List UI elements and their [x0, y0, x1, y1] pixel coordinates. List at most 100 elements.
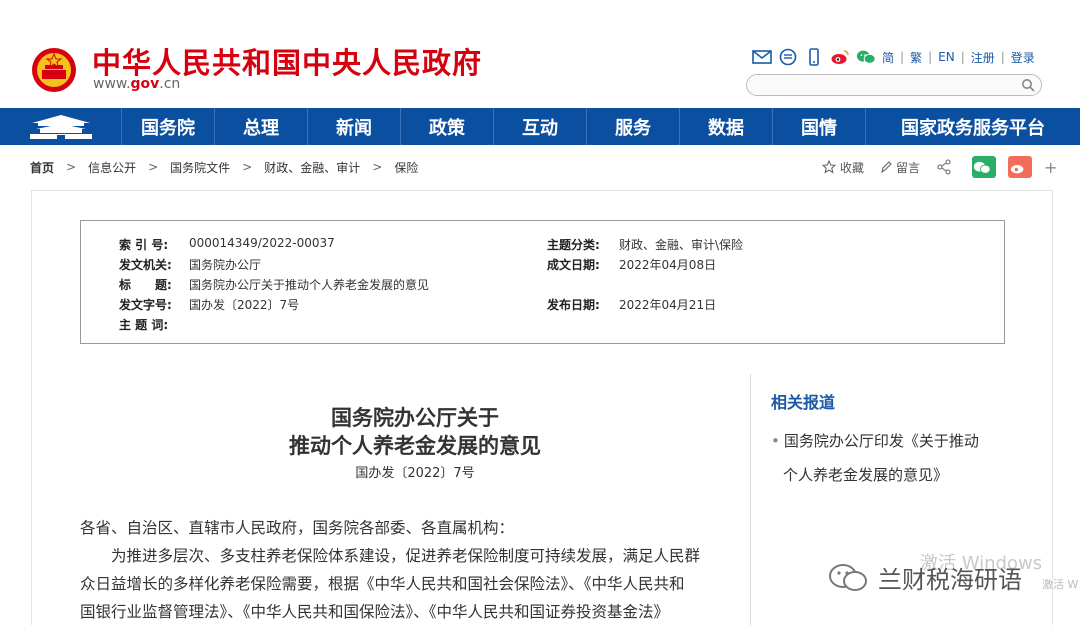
sidebar-divider: [750, 374, 751, 625]
activate-windows-small: 激活 W: [1042, 578, 1079, 591]
related-reports-title: 相关报道: [771, 393, 836, 412]
document-salutation: 各省、自治区、直辖市人民政府，国务院各部委、各直属机构：: [80, 519, 515, 537]
url-prefix: www.: [93, 76, 131, 92]
share-button[interactable]: [936, 159, 956, 175]
star-icon: [822, 160, 836, 174]
related-report-link[interactable]: • 国务院办公厅印发《关于推动 个人养老金发展的意见》: [771, 424, 1011, 492]
separator: |: [900, 50, 905, 64]
nav-home[interactable]: [0, 108, 122, 145]
breadcrumb-info-public[interactable]: 信息公开: [88, 159, 136, 176]
info-row-issuer: 发文机关: 国务院办公厅: [119, 256, 261, 273]
breadcrumb-state-council-docs[interactable]: 国务院文件: [170, 159, 230, 176]
info-row-title: 标 题: 国务院办公厅关于推动个人养老金发展的意见: [119, 276, 429, 293]
title-label: 标 题:: [119, 278, 172, 292]
document-info-table: 索 引 号: 000014349/2022-00037 主题分类: 财政、金融、…: [80, 220, 1005, 344]
wechat-account-name: 兰财税海研语: [878, 566, 1022, 594]
breadcrumb-insurance[interactable]: 保险: [394, 159, 418, 176]
url-domain: gov: [130, 76, 160, 92]
issuer-label: 发文机关:: [119, 258, 172, 272]
chevron-right-icon: >: [66, 160, 77, 174]
feed-icon[interactable]: [778, 48, 798, 66]
main-nav: 国务院 总理 新闻 政策 互动 服务 数据 国情 国家政务服务平台: [0, 108, 1080, 145]
nav-item-service-platform[interactable]: 国家政务服务平台: [866, 108, 1080, 145]
register-link[interactable]: 注册: [971, 49, 995, 66]
page-tools: 收藏 留言 +: [822, 156, 1057, 178]
share-weibo-button[interactable]: [1008, 156, 1033, 178]
mail-icon[interactable]: [752, 48, 772, 66]
simplified-link[interactable]: 简: [882, 49, 894, 66]
site-url[interactable]: www.gov.cn: [93, 76, 180, 92]
breadcrumb-finance[interactable]: 财政、金融、审计: [264, 159, 360, 176]
nav-item-state-council[interactable]: 国务院: [122, 108, 215, 145]
traditional-link[interactable]: 繁: [910, 49, 922, 66]
date-written-value: 2022年04月08日: [619, 258, 717, 272]
issuer-value: 国务院办公厅: [189, 258, 262, 272]
separator: |: [1000, 50, 1005, 64]
chevron-right-icon: >: [372, 160, 383, 174]
wechat-icon[interactable]: [856, 48, 876, 66]
document-paragraph-line-2: 众日益增长的多样化养老保险需要，根据《中华人民共和国社会保险法》、《中华人民共和: [80, 575, 685, 593]
info-row-doc-no: 发文字号: 国办发〔2022〕7号: [119, 296, 299, 313]
wechat-icon: [829, 563, 867, 591]
date-written-label: 成文日期:: [547, 258, 600, 272]
separator: |: [960, 50, 965, 64]
site-header: 中华人民共和国中央人民政府 www.gov.cn 简 | 繁 | EN | 注册…: [0, 0, 1080, 108]
doc-no-label: 发文字号:: [119, 298, 172, 312]
info-row-category: 主题分类: 财政、金融、审计\保险: [547, 236, 743, 253]
wechat-account-watermark: 兰财税海研语: [828, 560, 1022, 595]
favorite-button[interactable]: 收藏: [822, 159, 864, 176]
more-share-button[interactable]: +: [1044, 158, 1057, 177]
favorite-label: 收藏: [840, 160, 865, 175]
category-value: 财政、金融、审计\保险: [619, 238, 744, 252]
nav-item-interaction[interactable]: 互动: [494, 108, 587, 145]
bullet: •: [771, 432, 780, 450]
search-box: [746, 74, 1042, 96]
title-value: 国务院办公厅关于推动个人养老金发展的意见: [189, 278, 430, 292]
nav-item-premier[interactable]: 总理: [215, 108, 308, 145]
weibo-icon: [1010, 164, 1024, 173]
index-value: 000014349/2022-00037: [189, 236, 335, 250]
breadcrumb: 首页 > 信息公开 > 国务院文件 > 财政、金融、审计 > 保险: [30, 158, 418, 176]
nav-item-national-profile[interactable]: 国情: [773, 108, 866, 145]
wechat-icon: [973, 161, 991, 174]
document-number: 国办发〔2022〕7号: [355, 466, 475, 481]
search-icon[interactable]: [1021, 78, 1035, 92]
related-line-1: 国务院办公厅印发《关于推动: [783, 432, 979, 450]
nav-item-policy[interactable]: 政策: [401, 108, 494, 145]
comment-button[interactable]: 留言: [880, 159, 920, 176]
document-title-line-1: 国务院办公厅关于: [331, 405, 499, 430]
document-paragraph-line-1: 为推进多层次、多支柱养老保险体系建设，促进养老保险制度可持续发展，满足人民群: [111, 547, 701, 565]
nav-item-data[interactable]: 数据: [680, 108, 773, 145]
keywords-label: 主 题 词:: [119, 318, 169, 332]
comment-label: 留言: [896, 160, 921, 175]
english-link[interactable]: EN: [938, 50, 955, 64]
top-links: 简 | 繁 | EN | 注册 | 登录: [752, 46, 1035, 68]
publish-date-label: 发布日期:: [547, 298, 600, 312]
info-row-publish-date: 发布日期: 2022年04月21日: [547, 296, 716, 313]
nav-item-service[interactable]: 服务: [587, 108, 680, 145]
info-row-keywords: 主 题 词:: [119, 316, 189, 333]
pencil-icon: [881, 161, 892, 174]
weibo-icon[interactable]: [830, 48, 850, 66]
search-input[interactable]: [757, 76, 1017, 96]
info-row-date-written: 成文日期: 2022年04月08日: [547, 256, 716, 273]
tiananmen-icon: [29, 114, 92, 139]
separator: |: [928, 50, 933, 64]
category-label: 主题分类:: [547, 238, 600, 252]
url-suffix: .cn: [159, 76, 181, 92]
share-wechat-button[interactable]: [972, 156, 997, 178]
national-emblem-icon[interactable]: [30, 46, 78, 94]
chevron-right-icon: >: [148, 160, 159, 174]
doc-no-value: 国办发〔2022〕7号: [189, 298, 300, 312]
info-row-index: 索 引 号: 000014349/2022-00037: [119, 236, 335, 253]
share-icon: [937, 159, 951, 175]
index-label: 索 引 号:: [119, 238, 169, 252]
breadcrumb-home[interactable]: 首页: [30, 159, 54, 176]
chevron-right-icon: >: [242, 160, 253, 174]
mobile-icon[interactable]: [804, 48, 824, 66]
nav-item-news[interactable]: 新闻: [308, 108, 401, 145]
publish-date-value: 2022年04月21日: [619, 298, 717, 312]
document-paragraph-line-3: 国银行业监督管理法》、《中华人民共和国保险法》、《中华人民共和国证券投资基金法》: [80, 603, 670, 621]
login-link[interactable]: 登录: [1011, 49, 1035, 66]
related-line-2: 个人养老金发展的意见》: [783, 466, 949, 484]
